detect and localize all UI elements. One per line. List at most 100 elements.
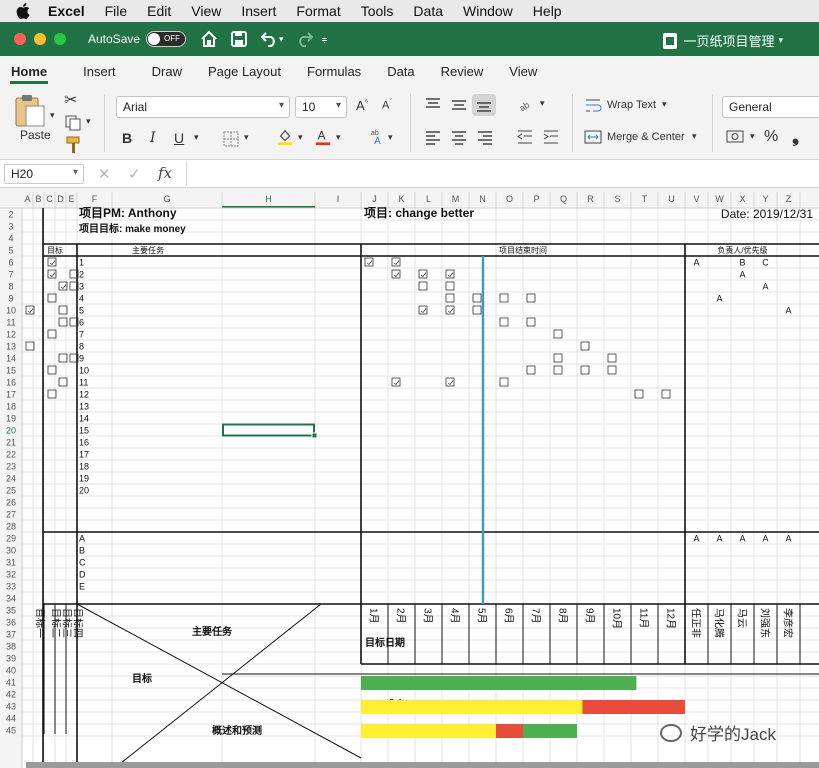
row-header-5[interactable]: 5 <box>8 246 13 256</box>
align-center-icon[interactable] <box>450 128 468 146</box>
font-color-icon[interactable]: A <box>314 128 332 146</box>
align-left-icon[interactable] <box>424 128 442 146</box>
minimize-window-button[interactable] <box>34 33 46 45</box>
row-header-45[interactable]: 45 <box>6 726 16 736</box>
menu-view[interactable]: View <box>191 3 221 19</box>
row-header-31[interactable]: 31 <box>6 558 16 568</box>
fill-color-icon[interactable] <box>276 128 294 146</box>
summary-letter-cell[interactable]: D <box>79 570 86 580</box>
priority-cell[interactable]: A <box>739 534 745 544</box>
decrease-font-size-icon[interactable]: Aˇ <box>382 99 392 112</box>
row-header-19[interactable]: 19 <box>6 414 16 424</box>
column-header-w[interactable]: W <box>715 194 724 204</box>
column-header-k[interactable]: K <box>398 194 404 204</box>
checkbox-marker[interactable] <box>499 293 509 303</box>
increase-font-size-icon[interactable]: A^ <box>356 98 368 113</box>
column-header-f[interactable]: F <box>92 194 98 204</box>
underline-button[interactable]: U <box>174 130 184 146</box>
row-header-11[interactable]: 11 <box>6 318 15 328</box>
checkbox-marker[interactable] <box>553 329 563 339</box>
column-header-s[interactable]: S <box>614 194 620 204</box>
borders-dropdown-icon[interactable]: ▾ <box>244 132 249 143</box>
checkbox-marker[interactable] <box>580 365 590 375</box>
undo-icon[interactable] <box>260 30 278 48</box>
angle-dropdown-icon[interactable]: ▾ <box>540 98 545 109</box>
row-header-10[interactable]: 10 <box>6 306 16 316</box>
checkbox-marker[interactable] <box>499 377 509 387</box>
priority-cell[interactable]: A <box>716 294 722 304</box>
checkbox-marker[interactable] <box>661 389 671 399</box>
checkbox-marker[interactable] <box>445 293 455 303</box>
checkbox-marker[interactable] <box>634 389 644 399</box>
priority-cell[interactable]: B <box>739 258 745 268</box>
row-header-28[interactable]: 28 <box>6 522 16 532</box>
decrease-indent-icon[interactable] <box>516 128 534 146</box>
row-header-36[interactable]: 36 <box>6 618 16 628</box>
home-icon[interactable] <box>200 30 218 48</box>
row-header-8[interactable]: 8 <box>8 282 13 292</box>
sheet-canvas[interactable]: A B C D E F G H I J K L M N O P Q R S T U V W X Y Z23456789101112… <box>0 188 819 768</box>
row-header-24[interactable]: 24 <box>6 474 16 484</box>
row-header-13[interactable]: 13 <box>6 342 16 352</box>
summary-letter-cell[interactable]: E <box>79 582 85 592</box>
tab-formulas[interactable]: Formulas <box>296 64 372 86</box>
task-number-cell[interactable]: 1 <box>79 258 84 268</box>
row-header-38[interactable]: 38 <box>6 642 16 652</box>
task-number-cell[interactable]: 9 <box>79 354 84 364</box>
column-header-n[interactable]: N <box>479 194 486 204</box>
row-header-32[interactable]: 32 <box>6 570 16 580</box>
title-chevron-icon[interactable]: ▾ <box>778 35 783 46</box>
bold-button[interactable]: B <box>122 130 132 146</box>
priority-cell[interactable]: A <box>693 258 699 268</box>
row-header-20[interactable]: 20 <box>6 426 16 436</box>
priority-cell[interactable]: A <box>762 282 768 292</box>
percent-style-button[interactable]: % <box>764 128 778 146</box>
column-header-h[interactable]: H <box>265 194 272 204</box>
task-number-cell[interactable]: 18 <box>79 462 89 472</box>
column-header-b[interactable]: B <box>35 194 41 204</box>
cut-icon[interactable]: ✂ <box>64 90 77 110</box>
row-header-17[interactable]: 17 <box>6 390 16 400</box>
checkbox-marker[interactable] <box>553 353 563 363</box>
row-header-35[interactable]: 35 <box>6 606 16 616</box>
row-header-29[interactable]: 29 <box>6 534 16 544</box>
priority-cell[interactable]: A <box>785 306 791 316</box>
task-number-cell[interactable]: 17 <box>79 450 89 460</box>
menu-edit[interactable]: Edit <box>147 3 171 19</box>
checkbox-marker[interactable] <box>445 281 455 291</box>
task-number-cell[interactable]: 20 <box>79 486 89 496</box>
row-header-3[interactable]: 3 <box>8 222 13 232</box>
tab-data[interactable]: Data <box>376 64 425 86</box>
row-header-41[interactable]: 41 <box>6 678 16 688</box>
menu-file[interactable]: File <box>105 3 128 19</box>
row-header-15[interactable]: 15 <box>6 366 16 376</box>
task-number-cell[interactable]: 10 <box>79 366 89 376</box>
horizontal-scrollbar[interactable] <box>26 762 819 768</box>
row-header-22[interactable]: 22 <box>6 450 16 460</box>
underline-dropdown-icon[interactable]: ▾ <box>194 132 199 143</box>
row-header-40[interactable]: 40 <box>6 666 16 676</box>
wrap-text-icon[interactable] <box>584 96 602 114</box>
task-number-cell[interactable]: 14 <box>79 414 89 424</box>
row-header-7[interactable]: 7 <box>8 270 13 280</box>
task-number-cell[interactable]: 5 <box>79 306 84 316</box>
column-header-p[interactable]: P <box>533 194 539 204</box>
orientation-dropdown-icon[interactable]: ▾ <box>388 132 393 143</box>
column-header-c[interactable]: C <box>46 194 53 204</box>
undo-dropdown-icon[interactable]: ▾ <box>279 34 284 45</box>
task-number-cell[interactable]: 16 <box>79 438 89 448</box>
task-number-cell[interactable]: 4 <box>79 294 84 304</box>
spreadsheet-grid[interactable]: A B C D E F G H I J K L M N O P Q R S T U V W X Y Z 2 3 4 5 6 7 8 9 10 11 12… <box>0 188 819 768</box>
row-header-6[interactable]: 6 <box>8 258 13 268</box>
row-header-30[interactable]: 30 <box>6 546 16 556</box>
summary-letter-cell[interactable]: B <box>79 546 85 556</box>
column-header-z[interactable]: Z <box>786 194 792 204</box>
merge-dropdown-icon[interactable]: ▾ <box>692 131 697 142</box>
column-header-d[interactable]: D <box>57 194 64 204</box>
priority-cell[interactable]: A <box>716 534 722 544</box>
zoom-window-button[interactable] <box>54 33 66 45</box>
menu-app-name[interactable]: Excel <box>48 3 85 19</box>
row-header-21[interactable]: 21 <box>6 438 16 448</box>
align-right-icon[interactable] <box>476 128 494 146</box>
row-header-37[interactable]: 37 <box>6 630 16 640</box>
